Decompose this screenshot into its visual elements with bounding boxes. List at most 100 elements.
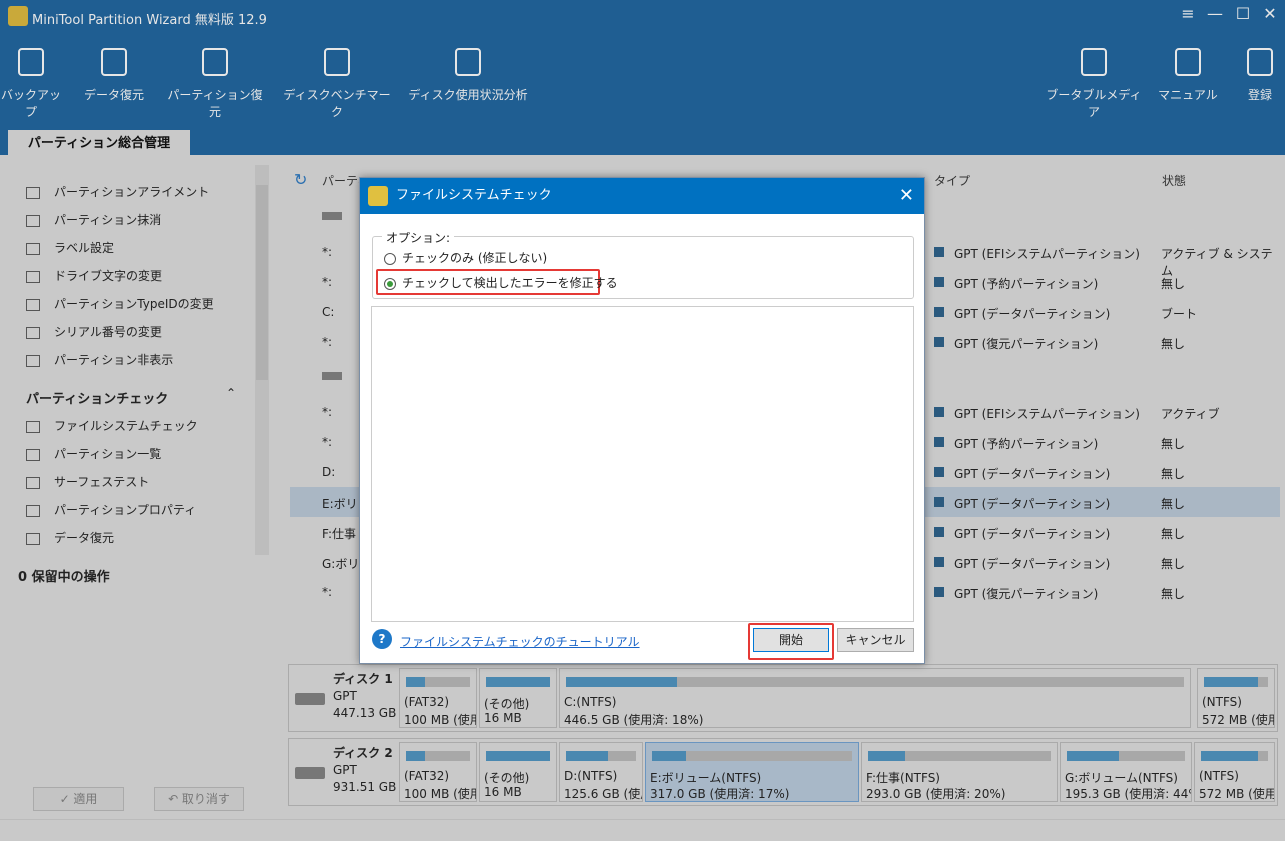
disk-row[interactable]: ディスク 2 GPT 931.51 GB (FAT32) 100 MB (使用 (その他)… <box>288 738 1278 806</box>
partition-block[interactable]: (FAT32) 100 MB (使用 <box>399 742 477 802</box>
radio-check-and-fix[interactable]: チェックして検出したエラーを修正する <box>384 274 618 291</box>
usage-bar <box>1067 751 1185 761</box>
manual-button[interactable]: マニュアル <box>1158 48 1218 103</box>
partition-block[interactable]: (その他) 16 MB <box>479 668 557 728</box>
apply-button[interactable]: ✓ 適用 <box>33 787 124 811</box>
start-button[interactable]: 開始 <box>753 628 829 652</box>
undo-button[interactable]: ↶ 取り消す <box>154 787 244 811</box>
status-bar <box>0 819 1285 841</box>
partition-color-icon <box>934 437 944 447</box>
partition-block[interactable]: (その他) 16 MB <box>479 742 557 802</box>
type-cell: GPT (データパーティション) <box>954 467 1111 481</box>
sidebar-item-drive-letter[interactable]: ドライブ文字の変更 <box>26 266 162 286</box>
maximize-button[interactable]: ☐ <box>1230 4 1256 28</box>
dialog-close-button[interactable]: ✕ <box>899 178 914 214</box>
bootable-media-button[interactable]: ブータブルメディア <box>1044 48 1144 120</box>
partition-block[interactable]: (NTFS) 572 MB (使用 <box>1194 742 1275 802</box>
sidebar-item-properties[interactable]: パーティションプロパティ <box>26 500 196 520</box>
close-button[interactable]: ✕ <box>1257 4 1283 28</box>
disk-icon <box>322 372 342 380</box>
partition-label: E:ボリューム(NTFS) <box>650 771 762 785</box>
chevron-up-icon[interactable]: ⌃ <box>226 386 236 400</box>
sidebar-item-wipe[interactable]: パーティション抹消 <box>26 210 161 230</box>
partition-color-icon <box>934 557 944 567</box>
partition-block[interactable]: (NTFS) 572 MB (使用 <box>1197 668 1275 728</box>
radio-check-only[interactable]: チェックのみ (修正しない) <box>384 249 547 266</box>
partition-cell: *: <box>322 275 333 289</box>
help-icon[interactable]: ? <box>372 629 392 649</box>
eraser-icon <box>26 214 40 227</box>
partition-cell: *: <box>322 435 333 449</box>
tutorial-link[interactable]: ファイルシステムチェックのチュートリアル <box>400 633 640 650</box>
disk-row[interactable]: ディスク 1 GPT 447.13 GB (FAT32) 100 MB (使用 (その他)… <box>288 664 1278 732</box>
status-cell: 無し <box>1161 527 1186 541</box>
tab-partition-management[interactable]: パーティション総合管理 <box>8 130 190 156</box>
label: パーティション非表示 <box>54 353 174 367</box>
sidebar-item-label[interactable]: ラベル設定 <box>26 238 114 258</box>
type-cell: GPT (EFIシステムパーティション) <box>954 407 1140 421</box>
sidebar-item-surface-test[interactable]: サーフェステスト <box>26 472 149 492</box>
partition-color-icon <box>934 497 944 507</box>
status-cell: 無し <box>1161 437 1186 451</box>
cancel-button[interactable]: キャンセル <box>837 628 914 652</box>
partition-block[interactable]: D:(NTFS) 125.6 GB (使用 <box>559 742 643 802</box>
label: チェックのみ (修正しない) <box>402 251 548 265</box>
type-cell: GPT (復元パーティション) <box>954 587 1099 601</box>
barcode-icon <box>26 326 40 339</box>
partition-recovery-button[interactable]: パーティション復元 <box>162 48 268 120</box>
sidebar-scrollbar[interactable] <box>255 165 269 555</box>
section-partition-check[interactable]: パーティションチェック <box>26 388 168 407</box>
label: ディスク使用状況分析 <box>408 88 528 102</box>
sidebar-item-typeid[interactable]: パーティションTypeIDの変更 <box>26 294 214 314</box>
partition-label: (NTFS) <box>1202 695 1242 709</box>
pending-operations: 0 保留中の操作 <box>18 570 110 585</box>
partition-color-icon <box>934 277 944 287</box>
column-type[interactable]: タイプ <box>934 172 970 189</box>
dialog-app-icon <box>368 186 388 206</box>
type-cell: GPT (予約パーティション) <box>954 437 1099 451</box>
scrollbar-thumb[interactable] <box>256 185 268 380</box>
partition-block[interactable]: E:ボリューム(NTFS) 317.0 GB (使用済: 17%) <box>645 742 859 802</box>
partition-label: G:ボリューム(NTFS) <box>1065 771 1178 785</box>
partition-cell: C: <box>322 305 335 319</box>
minimize-button[interactable]: — <box>1202 4 1228 28</box>
sidebar-item-partition-list[interactable]: パーティション一覧 <box>26 444 161 464</box>
backup-button[interactable]: バックアップ <box>0 48 62 120</box>
app-logo-icon <box>8 6 28 26</box>
column-status[interactable]: 状態 <box>1162 172 1186 189</box>
space-analyzer-button[interactable]: ディスク使用状況分析 <box>405 48 531 103</box>
radio-selected-icon <box>384 277 396 290</box>
usage-bar <box>652 751 852 761</box>
data-recovery-icon <box>101 48 127 76</box>
partition-color-icon <box>934 247 944 257</box>
title-toolbar: MiniTool Partition Wizard 無料版 12.9 ≡ — ☐… <box>0 0 1285 155</box>
refresh-icon[interactable]: ↻ <box>294 170 307 189</box>
type-cell: GPT (データパーティション) <box>954 557 1111 571</box>
sidebar-item-hide[interactable]: パーティション非表示 <box>26 350 173 370</box>
partition-block[interactable]: G:ボリューム(NTFS) 195.3 GB (使用済: 44% <box>1060 742 1192 802</box>
partition-color-icon <box>934 587 944 597</box>
partition-color-icon <box>934 467 944 477</box>
partition-size: 100 MB (使用 <box>404 787 477 801</box>
menu-icon[interactable]: ≡ <box>1175 4 1201 28</box>
sidebar-item-fs-check[interactable]: ファイルシステムチェック <box>26 416 198 436</box>
properties-icon <box>26 504 40 517</box>
label: パーティション復元 <box>167 88 263 119</box>
sidebar-item-align[interactable]: パーティションアライメント <box>26 182 209 202</box>
partition-block[interactable]: C:(NTFS) 446.5 GB (使用済: 18%) <box>559 668 1191 728</box>
data-recovery-button[interactable]: データ復元 <box>78 48 150 103</box>
label: パーティションTypeIDの変更 <box>54 297 214 311</box>
status-cell: 無し <box>1161 497 1186 511</box>
label: パーティション一覧 <box>54 447 162 461</box>
label: ラベル設定 <box>54 241 115 255</box>
sidebar-item-data-recovery[interactable]: データ復元 <box>26 528 114 548</box>
partition-size: 572 MB (使用 <box>1202 713 1275 727</box>
partition-block[interactable]: F:仕事(NTFS) 293.0 GB (使用済: 20%) <box>861 742 1058 802</box>
label: パーティション抹消 <box>54 213 162 227</box>
partition-block[interactable]: (FAT32) 100 MB (使用 <box>399 668 477 728</box>
label-icon <box>26 242 40 255</box>
sidebar-item-serial[interactable]: シリアル番号の変更 <box>26 322 162 342</box>
disk-benchmark-button[interactable]: ディスクベンチマーク <box>282 48 392 120</box>
register-button[interactable]: 登録 <box>1240 48 1280 103</box>
type-cell: GPT (データパーティション) <box>954 307 1111 321</box>
